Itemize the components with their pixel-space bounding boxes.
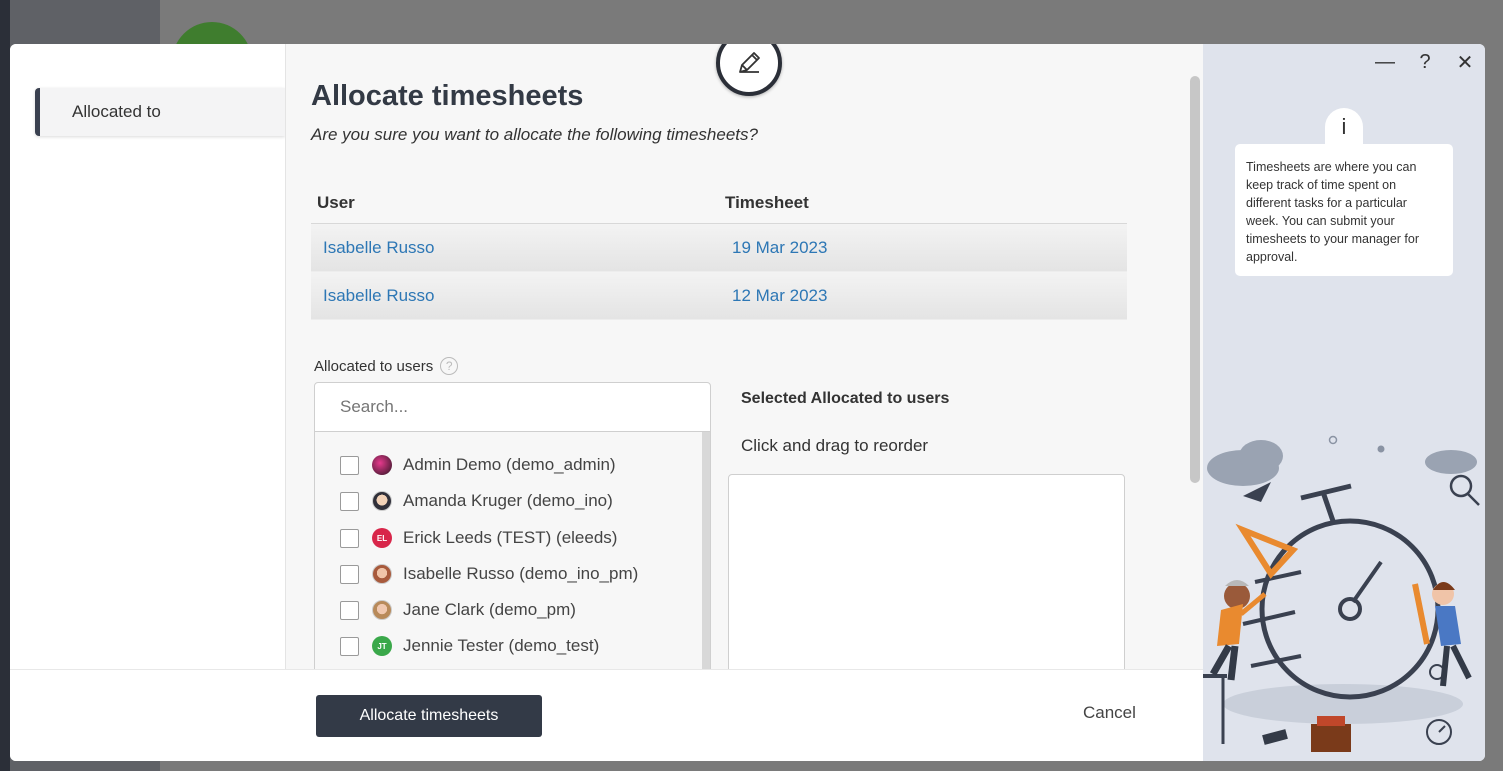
list-item[interactable]: EL Erick Leeds (TEST) (eleeds)	[340, 526, 617, 550]
help-circle-icon[interactable]: ?	[440, 357, 459, 375]
list-item[interactable]: Isabelle Russo (demo_ino_pm)	[340, 562, 638, 586]
selected-users-hint: Click and drag to reorder	[741, 436, 929, 455]
row-timesheet-link[interactable]: 19 Mar 2023	[725, 238, 827, 258]
user-avatar: EL	[372, 528, 392, 548]
nav-item-allocated-to[interactable]: Allocated to	[35, 88, 285, 136]
page-title: Allocate timesheets	[311, 80, 584, 112]
user-name: Jennie Tester (demo_test)	[403, 636, 600, 655]
user-name: Jane Clark (demo_pm)	[403, 600, 576, 619]
user-avatar	[372, 600, 392, 620]
list-item[interactable]: JT Jennie Tester (demo_test)	[340, 634, 599, 658]
user-name: Amanda Kruger (demo_ino)	[403, 491, 613, 510]
user-checkbox[interactable]	[340, 600, 359, 620]
header-timesheet: Timesheet	[725, 192, 809, 212]
modal-footer: Allocate timesheets Cancel	[10, 669, 1203, 761]
list-item[interactable]: Amanda Kruger (demo_ino)	[340, 489, 613, 513]
timesheets-table: User Timesheet Isabelle Russo 19 Mar 202…	[311, 182, 1127, 320]
table-header: User Timesheet	[311, 182, 1127, 224]
user-name: Isabelle Russo (demo_ino_pm)	[403, 564, 639, 583]
cancel-button[interactable]: Cancel	[1083, 703, 1136, 723]
window-controls: — ? ✕	[1375, 50, 1475, 75]
background-sidebar	[0, 0, 10, 771]
header-user: User	[317, 192, 355, 212]
user-checkbox[interactable]	[340, 636, 359, 656]
table-row: Isabelle Russo 12 Mar 2023	[311, 272, 1127, 320]
modal-left-nav: Allocated to	[10, 44, 285, 669]
user-list: Admin Demo (demo_admin) Amanda Kruger (d…	[314, 432, 711, 672]
row-user-link[interactable]: Isabelle Russo	[311, 238, 725, 258]
list-item[interactable]: Jane Clark (demo_pm)	[340, 598, 576, 622]
page-subtitle: Are you sure you want to allocate the fo…	[311, 125, 758, 144]
user-avatar	[372, 455, 392, 475]
row-user-link[interactable]: Isabelle Russo	[311, 286, 725, 306]
allocate-timesheets-button[interactable]: Allocate timesheets	[316, 695, 542, 737]
selected-users-dropzone[interactable]	[728, 474, 1125, 674]
row-timesheet-link[interactable]: 12 Mar 2023	[725, 286, 827, 306]
user-checkbox[interactable]	[340, 455, 359, 475]
minimize-icon[interactable]: —	[1375, 51, 1395, 74]
modal-main: Allocate timesheets Are you sure you wan…	[285, 44, 1203, 674]
nav-item-label: Allocated to	[72, 102, 161, 121]
allocate-timesheets-modal: Allocated to Allocate timesheets Are you…	[10, 44, 1485, 761]
stopwatch-illustration	[1203, 435, 1480, 752]
user-checkbox[interactable]	[340, 528, 359, 548]
selected-users-title: Selected Allocated to users	[741, 390, 950, 407]
help-info-card: Timesheets are where you can keep track …	[1235, 144, 1453, 276]
help-icon[interactable]: ?	[1415, 51, 1435, 74]
user-name: Erick Leeds (TEST) (eleeds)	[403, 528, 618, 547]
allocated-users-label-text: Allocated to users	[314, 357, 434, 375]
info-icon: i	[1325, 108, 1363, 146]
user-search-input[interactable]	[314, 382, 711, 432]
close-icon[interactable]: ✕	[1455, 50, 1475, 75]
user-avatar: JT	[372, 636, 392, 656]
user-list-scrollbar[interactable]	[702, 432, 710, 672]
user-checkbox[interactable]	[340, 564, 359, 584]
user-avatar	[372, 564, 392, 584]
allocated-users-label: Allocated to users ?	[314, 357, 459, 375]
help-panel: — ? ✕ i Timesheets are where you can kee…	[1203, 44, 1485, 761]
table-row: Isabelle Russo 19 Mar 2023	[311, 224, 1127, 272]
list-item[interactable]: Admin Demo (demo_admin)	[340, 453, 616, 477]
user-avatar	[372, 491, 392, 511]
user-checkbox[interactable]	[340, 491, 359, 511]
main-scrollbar[interactable]	[1190, 76, 1200, 483]
user-name: Admin Demo (demo_admin)	[403, 455, 616, 474]
